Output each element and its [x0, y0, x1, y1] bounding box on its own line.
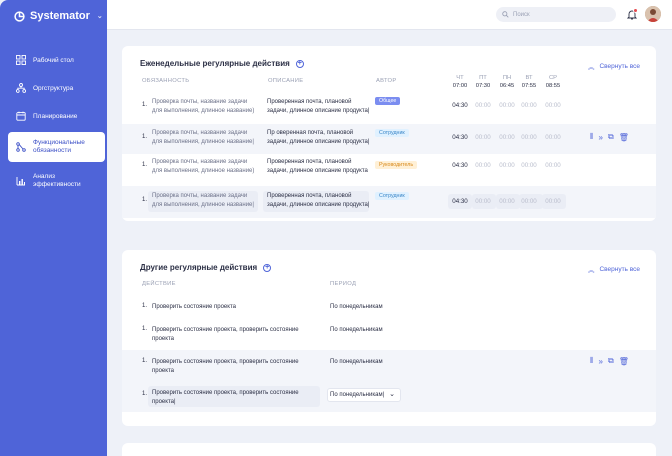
double-chevron-up-icon: ︽	[587, 267, 595, 274]
table-row[interactable]: 1. Проверить состояние проекта, проверит…	[122, 350, 656, 382]
day-header: ПТ 07:30	[475, 75, 491, 90]
user-photo-icon	[645, 6, 661, 22]
add-icon[interactable]: +	[263, 263, 272, 272]
day-header: ЧТ 07:00	[452, 75, 468, 90]
column-header-action: ДЕЙСТВИЕ	[142, 281, 176, 287]
table-row[interactable]: 1. Проверка почты, название задачи для вы…	[122, 96, 656, 126]
drag-handle-icon[interactable]: ⦀	[590, 132, 594, 142]
table-row[interactable]: 1. Проверить состояние проекта По понеде…	[122, 298, 656, 320]
avatar[interactable]	[645, 6, 661, 22]
day-header: СР 08:55	[545, 75, 561, 90]
search-icon	[502, 11, 509, 18]
sidebar-item-dashboard[interactable]: Рабочий стол	[0, 48, 107, 72]
sidebar-item-label: Планирование	[33, 112, 78, 120]
sidebar-item-label: Оргструктура	[33, 84, 74, 92]
table-row[interactable]: 1. Проверить состояние проекта, проверит…	[122, 322, 656, 348]
next-card	[122, 443, 656, 456]
table-row[interactable]: 1. Проверка почты, название задачи для вы…	[122, 156, 656, 186]
calendar-icon	[16, 111, 26, 121]
column-header-author: АВТОР	[376, 78, 397, 84]
logo-icon	[14, 10, 25, 22]
column-header-description: ОПИСАНИЕ	[268, 78, 304, 84]
author-badge: Сотрудник	[375, 129, 409, 137]
trash-icon[interactable]: 🗑	[619, 357, 629, 366]
sidebar-item-label: Функциональные обязанности	[33, 138, 85, 154]
trash-icon[interactable]: 🗑	[619, 133, 629, 142]
duty-text: Проверка почты, название задачи для выпол…	[152, 193, 254, 208]
day-header: ВТ 07:55	[521, 75, 537, 90]
add-icon[interactable]: +	[295, 59, 304, 68]
copy-icon[interactable]: ⧉	[608, 132, 614, 142]
collapse-all-button[interactable]: ︽ Свернуть все	[587, 264, 640, 275]
search-input[interactable]: Поиск	[496, 7, 616, 22]
move-icon[interactable]: »	[599, 357, 603, 366]
table-row-editing[interactable]: 1. Проверка почты, название задачи для вы…	[122, 186, 656, 218]
author-badge: Общее	[375, 97, 401, 105]
table-row[interactable]: 1. Проверка почты, название задачи для вы…	[122, 124, 656, 154]
sidebar: Systemator ⌄ Рабочий стол Оргструктура П…	[0, 0, 107, 456]
chevron-down-icon[interactable]: ⌄	[97, 12, 103, 20]
branch-icon	[16, 142, 26, 152]
author-badge[interactable]: Сотрудник	[375, 192, 409, 200]
description-text: Проверенная почта, плановой задачи, длинн…	[267, 193, 370, 208]
other-actions-card: Другие регулярные действия + ︽ Свернуть …	[122, 250, 656, 426]
card-title: Еженедельные регулярные действия +	[140, 59, 304, 68]
search-placeholder: Поиск	[513, 11, 530, 18]
grid-icon	[16, 55, 26, 65]
table-row-editing[interactable]: ⌄ 1. Проверить состояние проекта, провер…	[122, 382, 656, 412]
description-text: Проверенная почта, плановой задачи, длинн…	[267, 99, 370, 114]
double-chevron-up-icon: ︽	[587, 64, 595, 71]
sidebar-nav: Рабочий стол Оргструктура Планирование Ф…	[0, 48, 107, 200]
row-actions: ⦀ » ⧉ 🗑	[590, 356, 629, 366]
org-chart-icon	[16, 83, 26, 93]
chevron-down-icon: ⌄	[389, 391, 395, 398]
duty-text: Проверка почты, название задачи для выпол…	[152, 159, 255, 174]
chart-icon	[16, 177, 25, 186]
sidebar-item-label: Рабочий стол	[33, 56, 74, 64]
weekly-actions-card: Еженедельные регулярные действия + ︽ Све…	[122, 46, 656, 221]
sidebar-item-efficiency[interactable]: Анализ эффективности	[0, 166, 107, 196]
move-icon[interactable]: »	[599, 133, 603, 142]
row-actions: ⦀ » ⧉ 🗑	[590, 132, 629, 142]
description-text: Пр оверенная почта, плановой задачи, длин…	[267, 130, 370, 145]
notification-dot	[633, 8, 638, 13]
collapse-all-button[interactable]: ︽ Свернуть все	[587, 61, 640, 72]
author-badge: Руководитель	[375, 161, 418, 169]
app-logo[interactable]: Systemator ⌄	[14, 10, 103, 22]
duty-text: Проверка почты, название задачи для выпол…	[152, 130, 254, 145]
sidebar-item-org-structure[interactable]: Оргструктура	[0, 76, 107, 100]
column-header-period: ПЕРИОД	[330, 281, 357, 287]
day-header: ПН 06:45	[499, 75, 515, 90]
description-text: Проверенная почта, плановой задачи, длинн…	[267, 159, 368, 174]
card-title: Другие регулярные действия +	[140, 263, 272, 272]
sidebar-item-planning[interactable]: Планирование	[0, 104, 107, 128]
sidebar-item-label: Анализ эффективности	[33, 172, 81, 188]
drag-handle-icon[interactable]: ⦀	[590, 356, 594, 366]
column-header-duty: ОБЯЗАННОСТЬ	[142, 78, 190, 84]
sidebar-item-functional-duties[interactable]: Функциональные обязанности	[8, 132, 105, 162]
duty-text: Проверка почты, название задачи для выпол…	[152, 99, 255, 114]
app-name: Systemator	[30, 10, 90, 22]
copy-icon[interactable]: ⧉	[608, 356, 614, 366]
